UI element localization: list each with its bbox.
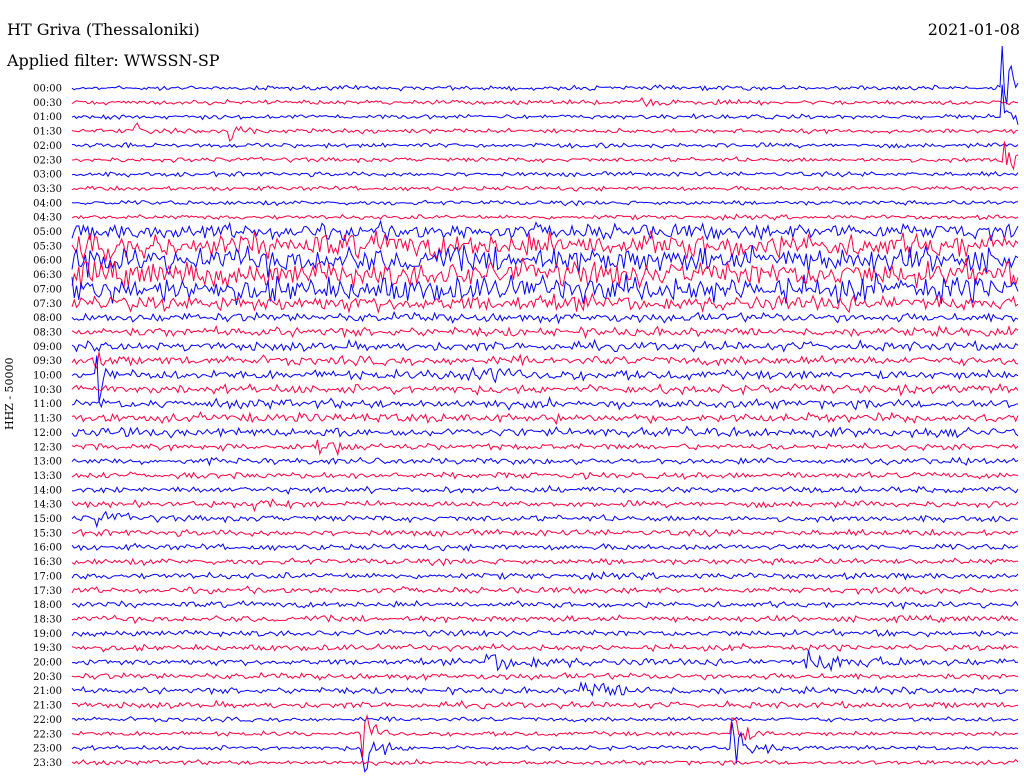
time-tick-label: 02:00: [33, 141, 62, 152]
time-tick-label: 18:30: [33, 614, 62, 625]
time-tick-label: 01:30: [33, 127, 62, 138]
seismic-trace-row: [71, 642, 1019, 653]
seismic-trace-row: [71, 628, 1019, 638]
seismic-trace-row: [71, 185, 1019, 192]
seismic-trace-row: [71, 219, 1019, 242]
time-tick-label: 21:00: [33, 686, 62, 697]
time-tick-label: 16:00: [33, 543, 62, 554]
seismic-trace-row: [71, 310, 1019, 325]
time-tick-label: 00:00: [33, 84, 62, 95]
seismic-trace-row: [71, 456, 1019, 467]
seismic-trace-row: [71, 439, 1019, 457]
time-tick-label: 22:30: [33, 729, 62, 740]
seismic-trace-row: [71, 338, 1019, 353]
time-tick-label: 09:00: [33, 342, 62, 353]
seismic-trace-row: [71, 142, 1019, 149]
seismic-trace-row: [71, 170, 1019, 178]
time-tick-label: 07:30: [33, 299, 62, 310]
seismic-trace-row: [71, 484, 1019, 495]
seismic-trace-row: [71, 425, 1019, 439]
seismic-trace-row: [71, 411, 1019, 426]
time-tick-label: 10:30: [33, 385, 62, 396]
seismic-trace-row: [71, 528, 1019, 538]
time-tick-label: 07:00: [33, 284, 62, 295]
time-tick-label: 19:30: [33, 643, 62, 654]
seismic-trace-row: [71, 498, 1019, 513]
time-tick-label: 01:00: [33, 112, 62, 123]
helicorder-plot: 00:00 00:30 01:00 01:30 02:00 02:30 03:00 03:30…: [33, 45, 1019, 773]
time-tick-label: 04:30: [33, 213, 62, 224]
time-tick-label: 17:30: [33, 586, 62, 597]
seismic-trace-row: [71, 471, 1019, 480]
seismic-trace-row: [71, 292, 1019, 314]
seismic-trace-row: [71, 396, 1019, 411]
seismic-trace-row: [71, 213, 1019, 221]
time-tick-label: 06:30: [33, 270, 62, 281]
time-tick-label: 00:30: [33, 98, 62, 109]
time-tick-label: 03:00: [33, 170, 62, 181]
time-tick-label: 03:30: [33, 184, 62, 195]
seismic-trace-row: [71, 45, 1019, 105]
seismic-trace-row: [71, 199, 1019, 207]
seismic-trace-row: [71, 680, 1019, 698]
time-tick-label: 02:30: [33, 155, 62, 166]
time-tick-label: 09:30: [33, 356, 62, 367]
time-tick-label: 23:30: [33, 758, 62, 769]
time-tick-label: 19:00: [33, 629, 62, 640]
seismic-trace-row: [71, 570, 1019, 582]
time-tick-label: 05:30: [33, 241, 62, 252]
time-tick-label: 20:30: [33, 672, 62, 683]
time-tick-label: 06:00: [33, 256, 62, 267]
time-tick-label: 14:30: [33, 500, 62, 511]
time-tick-label: 11:00: [33, 399, 62, 410]
time-tick-label: 12:30: [33, 442, 62, 453]
seismic-trace-row: [71, 324, 1019, 340]
time-tick-label: 05:00: [33, 227, 62, 238]
seismic-trace-row: [71, 382, 1019, 397]
seismic-trace-row: [71, 599, 1019, 611]
seismic-trace-row: [71, 713, 1019, 758]
time-tick-label: 18:00: [33, 600, 62, 611]
seismic-trace-row: [71, 557, 1019, 567]
time-tick-label: 08:30: [33, 327, 62, 338]
seismic-trace-row: [71, 510, 1019, 529]
seismic-trace-row: [71, 122, 1019, 142]
time-tick-label: 10:00: [33, 371, 62, 382]
seismic-trace-row: [71, 352, 1019, 370]
seismic-trace-row: [71, 84, 1019, 125]
time-tick-label: 15:00: [33, 514, 62, 525]
time-tick-label: 15:30: [33, 528, 62, 539]
seismic-trace-row: [71, 671, 1019, 682]
seismic-trace-row: [71, 650, 1019, 673]
time-tick-label: 20:00: [33, 658, 62, 669]
time-tick-label: 22:00: [33, 715, 62, 726]
seismic-trace-row: [71, 614, 1019, 625]
time-tick-label: 14:00: [33, 485, 62, 496]
seismic-trace-row: [71, 758, 1019, 767]
seismic-trace-row: [71, 699, 1019, 710]
time-tick-label: 13:00: [33, 457, 62, 468]
seismic-trace-row: [71, 96, 1019, 108]
seismic-trace-row: [71, 542, 1019, 552]
time-tick-label: 12:00: [33, 428, 62, 439]
time-tick-label: 21:30: [33, 701, 62, 712]
time-tick-label: 11:30: [33, 414, 62, 425]
time-tick-label: 17:00: [33, 571, 62, 582]
time-tick-label: 13:30: [33, 471, 62, 482]
time-tick-label: 08:00: [33, 313, 62, 324]
time-tick-label: 04:00: [33, 198, 62, 209]
seismic-trace-row: [71, 715, 1019, 723]
time-tick-label: 23:00: [33, 744, 62, 755]
seismic-trace-row: [71, 585, 1019, 596]
time-tick-label: 16:30: [33, 557, 62, 568]
